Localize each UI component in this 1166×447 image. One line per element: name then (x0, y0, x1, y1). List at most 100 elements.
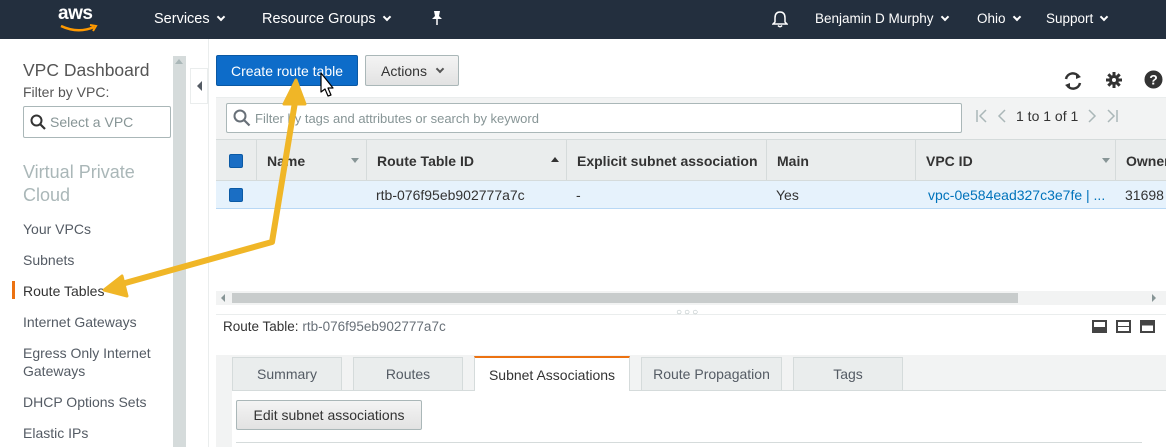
aws-logo-text: aws (58, 3, 93, 24)
tab-summary[interactable]: Summary (232, 357, 342, 390)
detail-heading: Route Table: rtb-076f95eb902777a7c (223, 319, 446, 334)
user-name: Benjamin D Murphy (815, 11, 934, 26)
pin-icon[interactable] (430, 10, 444, 26)
select-all-checkbox[interactable] (229, 154, 243, 168)
sidebar-item-internet-gateways[interactable]: Internet Gateways (23, 313, 163, 331)
column-header-owner[interactable]: Owner (1115, 140, 1166, 182)
scroll-right-icon[interactable] (1152, 294, 1156, 302)
sidebar-item-subnets[interactable]: Subnets (23, 251, 163, 269)
layout-top-icon[interactable] (1140, 320, 1155, 333)
create-route-table-button[interactable]: Create route table (216, 55, 358, 86)
content-divider (236, 442, 1142, 443)
cell-explicit-subnet-association: - (576, 187, 581, 203)
tab-subnet-associations[interactable]: Subnet Associations (474, 356, 630, 391)
column-header-vpc-id[interactable]: VPC ID (915, 140, 1115, 182)
actions-dropdown[interactable]: Actions (365, 55, 459, 86)
column-header-main[interactable]: Main (766, 140, 915, 182)
select-vpc-placeholder: Select a VPC (50, 114, 134, 130)
tab-route-propagation[interactable]: Route Propagation (641, 357, 782, 390)
services-label: Services (154, 11, 210, 27)
sort-icon[interactable] (1102, 158, 1110, 163)
sidebar-item-your-vpcs[interactable]: Your VPCs (23, 220, 163, 238)
services-menu[interactable]: Services (154, 11, 225, 27)
sidebar-section-virtual-private-cloud: Virtual Private Cloud (23, 162, 135, 205)
scroll-left-icon[interactable] (221, 294, 225, 302)
sort-ascending-icon[interactable] (551, 157, 559, 162)
gear-icon[interactable] (1105, 71, 1123, 89)
scrollbar-thumb[interactable] (232, 293, 1018, 303)
column-header-name[interactable]: Name (256, 140, 366, 182)
aws-smile-icon (60, 24, 98, 32)
column-explicit-subnet-association-label: Explicit subnet association (577, 153, 758, 169)
select-vpc-dropdown[interactable]: Select a VPC (23, 106, 171, 138)
region-label: Ohio (977, 11, 1006, 26)
chevron-down-icon (216, 12, 225, 22)
first-page-icon[interactable] (976, 109, 988, 123)
user-menu[interactable]: Benjamin D Murphy (815, 11, 949, 26)
chevron-down-icon (382, 12, 391, 22)
column-name-label: Name (267, 153, 306, 169)
column-header-route-table-id[interactable]: Route Table ID (366, 140, 566, 182)
cell-vpc-id-link[interactable]: vpc-0e584ead327c3e7fe | ... (928, 181, 1108, 209)
cell-route-table-id: rtb-076f95eb902777a7c (376, 187, 525, 203)
sidebar: VPC Dashboard Filter by VPC: Select a VP… (0, 39, 186, 447)
chevron-left-icon (196, 81, 202, 91)
region-menu[interactable]: Ohio (977, 11, 1021, 26)
resource-groups-menu[interactable]: Resource Groups (262, 11, 391, 27)
help-icon[interactable]: ? (1144, 70, 1163, 89)
filter-placeholder: Filter by tags and attributes or search … (255, 110, 539, 126)
filter-search-input[interactable]: Filter by tags and attributes or search … (226, 103, 962, 133)
layout-split-icon[interactable] (1116, 320, 1131, 333)
layout-toggle-group (1092, 320, 1155, 333)
sidebar-item-elastic-ips[interactable]: Elastic IPs (23, 424, 163, 442)
column-main-label: Main (777, 153, 809, 169)
sidebar-divider (208, 39, 209, 447)
sidebar-item-route-tables[interactable]: Route Tables (23, 282, 163, 300)
bell-icon[interactable] (772, 10, 788, 28)
last-page-icon[interactable] (1106, 109, 1119, 123)
select-all-checkbox-cell[interactable] (216, 140, 256, 182)
top-navigation-bar: aws Services Resource Groups Benjamin D … (0, 0, 1166, 39)
column-owner-label: Owner (1126, 153, 1166, 169)
column-header-explicit-subnet-association[interactable]: Explicit subnet association (566, 140, 766, 182)
filter-by-vpc-label: Filter by VPC: (23, 84, 110, 100)
aws-logo[interactable]: aws (58, 3, 102, 34)
scroll-up-icon[interactable] (175, 59, 183, 64)
actions-label: Actions (381, 62, 427, 79)
tab-routes[interactable]: Routes (353, 357, 463, 390)
chevron-down-icon (1012, 12, 1021, 21)
next-page-icon[interactable] (1086, 109, 1098, 123)
detail-label: Route Table: (223, 319, 299, 334)
support-menu[interactable]: Support (1046, 11, 1109, 26)
sidebar-title[interactable]: VPC Dashboard (23, 60, 149, 81)
prev-page-icon[interactable] (996, 109, 1008, 123)
sidebar-item-dhcp-options-sets[interactable]: DHCP Options Sets (23, 393, 163, 411)
layout-bottom-icon[interactable] (1092, 320, 1107, 333)
collapse-sidebar-button[interactable] (190, 68, 208, 104)
refresh-icon[interactable] (1062, 70, 1084, 92)
column-vpc-id-label: VPC ID (926, 153, 973, 169)
table-horizontal-scrollbar[interactable] (216, 291, 1166, 305)
pagination-text: 1 to 1 of 1 (1016, 108, 1079, 124)
sidebar-item-egress-only-internet-gateways[interactable]: Egress Only Internet Gateways (23, 344, 163, 380)
sort-icon[interactable] (351, 158, 359, 163)
table-row[interactable]: rtb-076f95eb902777a7c - Yes vpc-0e584ead… (216, 181, 1166, 209)
svg-text:?: ? (1149, 72, 1158, 88)
cell-main: Yes (776, 187, 799, 203)
tab-tags[interactable]: Tags (793, 357, 903, 390)
column-route-table-id-label: Route Table ID (377, 153, 474, 169)
chevron-down-icon (940, 12, 949, 21)
split-grip-icon[interactable]: ○○○ (676, 308, 700, 318)
table-header: Name Route Table ID Explicit subnet asso… (216, 139, 1166, 182)
sidebar-scrollbar[interactable] (173, 56, 186, 447)
search-icon (30, 114, 46, 130)
detail-route-table-id: rtb-076f95eb902777a7c (302, 319, 446, 334)
cell-owner: 31698 (1125, 187, 1164, 203)
cell-name (266, 181, 366, 209)
pagination: 1 to 1 of 1 (976, 108, 1119, 124)
resource-groups-label: Resource Groups (262, 11, 376, 27)
row-checkbox[interactable] (229, 188, 243, 202)
chevron-down-icon (435, 64, 445, 73)
edit-subnet-associations-button[interactable]: Edit subnet associations (236, 400, 422, 430)
row-checkbox-cell[interactable] (216, 181, 256, 209)
